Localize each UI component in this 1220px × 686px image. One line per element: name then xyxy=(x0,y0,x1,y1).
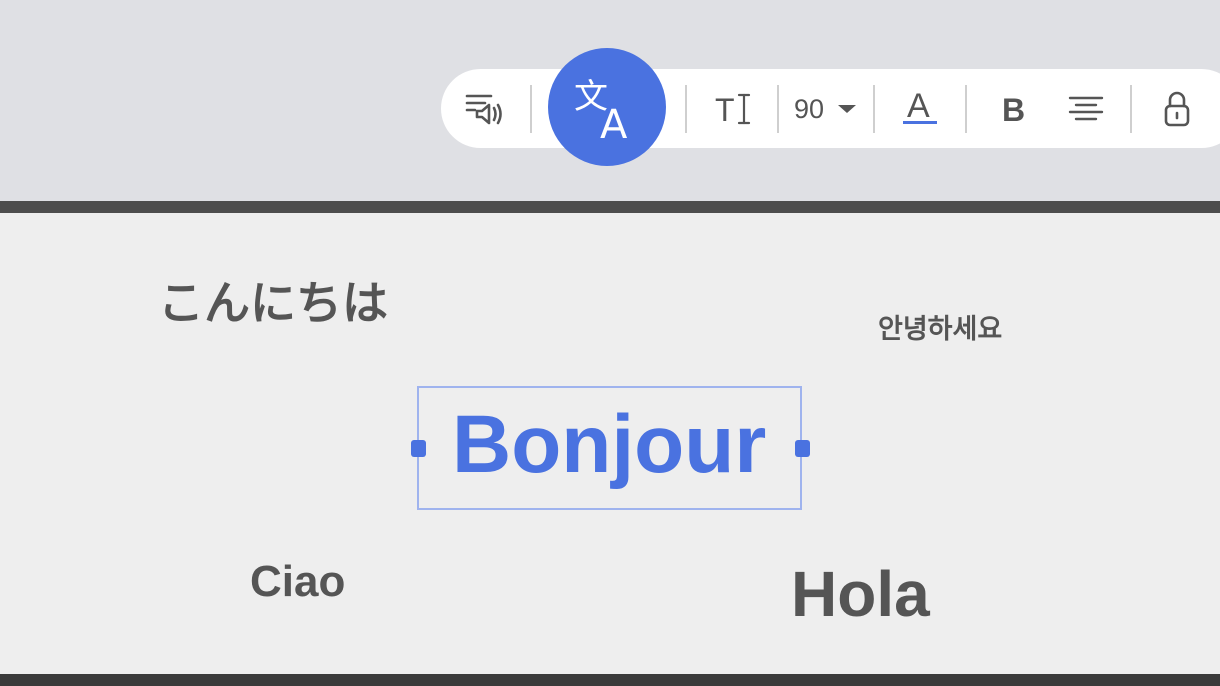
lock-icon xyxy=(1164,91,1190,127)
align-center-button[interactable] xyxy=(1064,88,1108,130)
svg-text:A: A xyxy=(907,87,930,125)
text-japanese[interactable]: こんにちは xyxy=(158,280,388,326)
text-italian[interactable]: Ciao xyxy=(250,560,345,604)
font-size-value: 90 xyxy=(793,93,825,124)
text-korean[interactable]: 안녕하세요 xyxy=(878,316,1002,343)
text-spanish[interactable]: Hola xyxy=(791,562,930,626)
text-cursor-icon: T xyxy=(715,92,751,127)
toolbar-separator xyxy=(777,85,779,133)
toolbar-separator xyxy=(685,85,687,133)
align-center-icon xyxy=(1068,96,1104,121)
svg-text:A: A xyxy=(600,102,628,142)
translate-button[interactable]: 文 A xyxy=(548,48,666,166)
toolbar-separator xyxy=(965,85,967,133)
svg-text:T: T xyxy=(715,92,735,127)
canvas-bottom-border xyxy=(0,674,1220,686)
font-size-dropdown[interactable]: 90 xyxy=(790,90,862,128)
text-tool-button[interactable]: T xyxy=(710,88,756,130)
toolbar-separator xyxy=(1130,85,1132,133)
canvas-top-border xyxy=(0,201,1220,213)
toolbar-separator xyxy=(873,85,875,133)
text-color-icon: A xyxy=(903,87,937,125)
text-french-selected[interactable]: Bonjour xyxy=(452,404,766,486)
dropdown-arrow-icon xyxy=(838,105,857,113)
bold-button[interactable]: B xyxy=(990,88,1034,130)
lock-button[interactable] xyxy=(1156,88,1198,130)
text-to-speech-icon[interactable] xyxy=(462,88,508,130)
resize-handle-left[interactable] xyxy=(411,440,426,457)
translate-icon: 文 A xyxy=(574,77,628,142)
toolbar-separator xyxy=(530,85,532,133)
svg-text:B: B xyxy=(1002,92,1025,128)
bold-icon: B xyxy=(1002,92,1025,128)
resize-handle-right[interactable] xyxy=(795,440,810,457)
text-color-button[interactable]: A xyxy=(898,86,942,130)
